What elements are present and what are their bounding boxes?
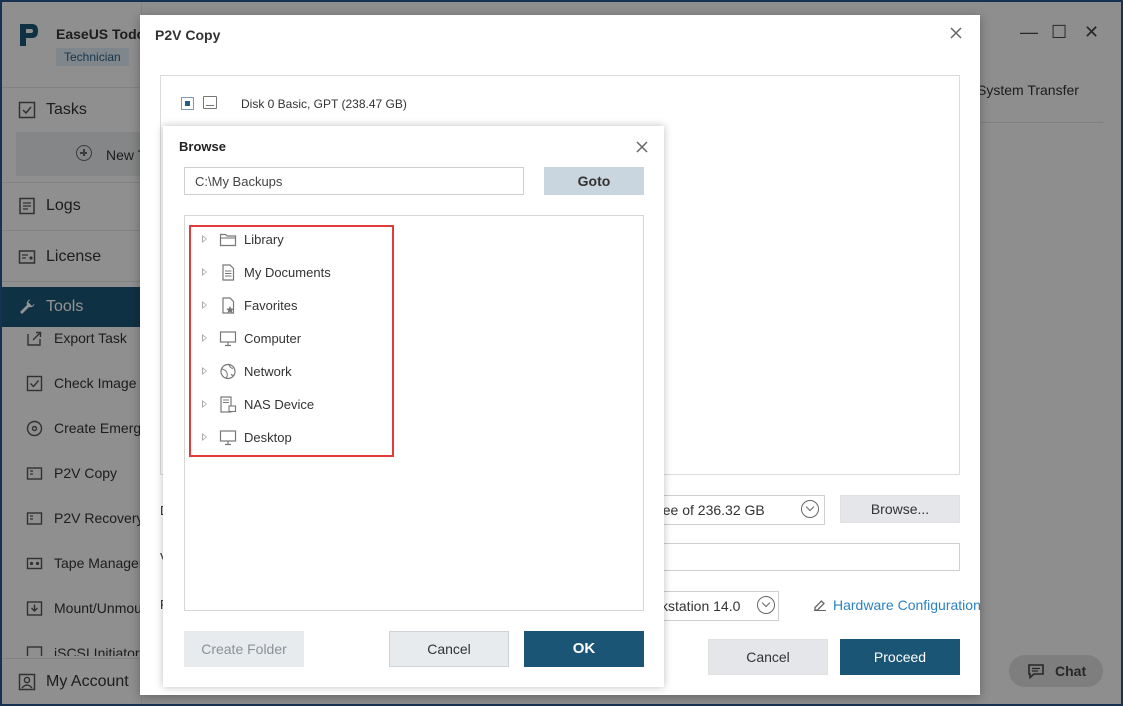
dialog-title: P2V Copy [155, 27, 221, 43]
tree-item-computer[interactable]: Computer [199, 328, 399, 350]
browse-button[interactable]: Browse... [840, 495, 960, 523]
network-icon [220, 363, 236, 380]
hardware-configuration-label: Hardware Configuration [833, 597, 981, 613]
tree-item-favorites[interactable]: Favorites [199, 295, 399, 317]
document-icon [222, 264, 235, 281]
tree-item-label: Computer [244, 331, 302, 346]
tree-item-label: Favorites [244, 298, 298, 313]
path-input[interactable] [184, 167, 524, 195]
expand-arrow-icon[interactable] [202, 367, 207, 375]
expand-arrow-icon[interactable] [202, 301, 207, 309]
cancel-button[interactable]: Cancel [389, 631, 509, 667]
folder-icon [219, 233, 237, 247]
tree-item-label: Desktop [244, 430, 292, 445]
proceed-button[interactable]: Proceed [840, 639, 960, 675]
edit-icon [814, 600, 826, 611]
tree-item-network[interactable]: Network [199, 361, 399, 383]
tree-item-label: My Documents [244, 265, 331, 280]
browse-dialog: Browse Goto Library My Documents Favorit… [163, 126, 664, 687]
nas-device-icon [220, 396, 237, 413]
favorites-icon [222, 297, 235, 314]
disk-icon [203, 96, 217, 109]
expand-arrow-icon[interactable] [202, 433, 207, 441]
disk-label: Disk 0 Basic, GPT (238.47 GB) [241, 97, 407, 111]
computer-icon [219, 331, 237, 347]
chevron-down-icon [801, 500, 819, 518]
destination-select[interactable]: - Free of 236.32 GB [640, 495, 825, 525]
hardware-configuration-link[interactable]: Hardware Configuration [813, 597, 981, 613]
desktop-icon [219, 430, 237, 446]
expand-arrow-icon[interactable] [202, 334, 207, 342]
create-folder-button[interactable]: Create Folder [184, 631, 304, 667]
expand-arrow-icon[interactable] [202, 268, 207, 276]
goto-button[interactable]: Goto [544, 167, 644, 195]
vm-name-input[interactable] [640, 543, 960, 571]
cancel-button[interactable]: Cancel [708, 639, 828, 675]
tree-item-my-documents[interactable]: My Documents [199, 262, 399, 284]
tree-item-library[interactable]: Library [199, 229, 399, 251]
expand-arrow-icon[interactable] [202, 400, 207, 408]
tree-item-desktop[interactable]: Desktop [199, 427, 399, 449]
tree-item-label: Network [244, 364, 292, 379]
close-icon[interactable] [635, 140, 649, 154]
folder-tree: Library My Documents Favorites Computer … [184, 215, 644, 611]
disk-checkbox[interactable] [181, 97, 194, 110]
tree-item-label: NAS Device [244, 397, 315, 412]
tree-item-nas-device[interactable]: NAS Device [199, 394, 399, 416]
chevron-down-icon [757, 596, 775, 614]
tree-item-label: Library [244, 232, 284, 247]
platform-value: kstation 14.0 [661, 598, 741, 614]
ok-button[interactable]: OK [524, 631, 644, 667]
dialog-title: Browse [179, 139, 226, 154]
expand-arrow-icon[interactable] [202, 235, 207, 243]
close-icon[interactable] [948, 25, 964, 41]
